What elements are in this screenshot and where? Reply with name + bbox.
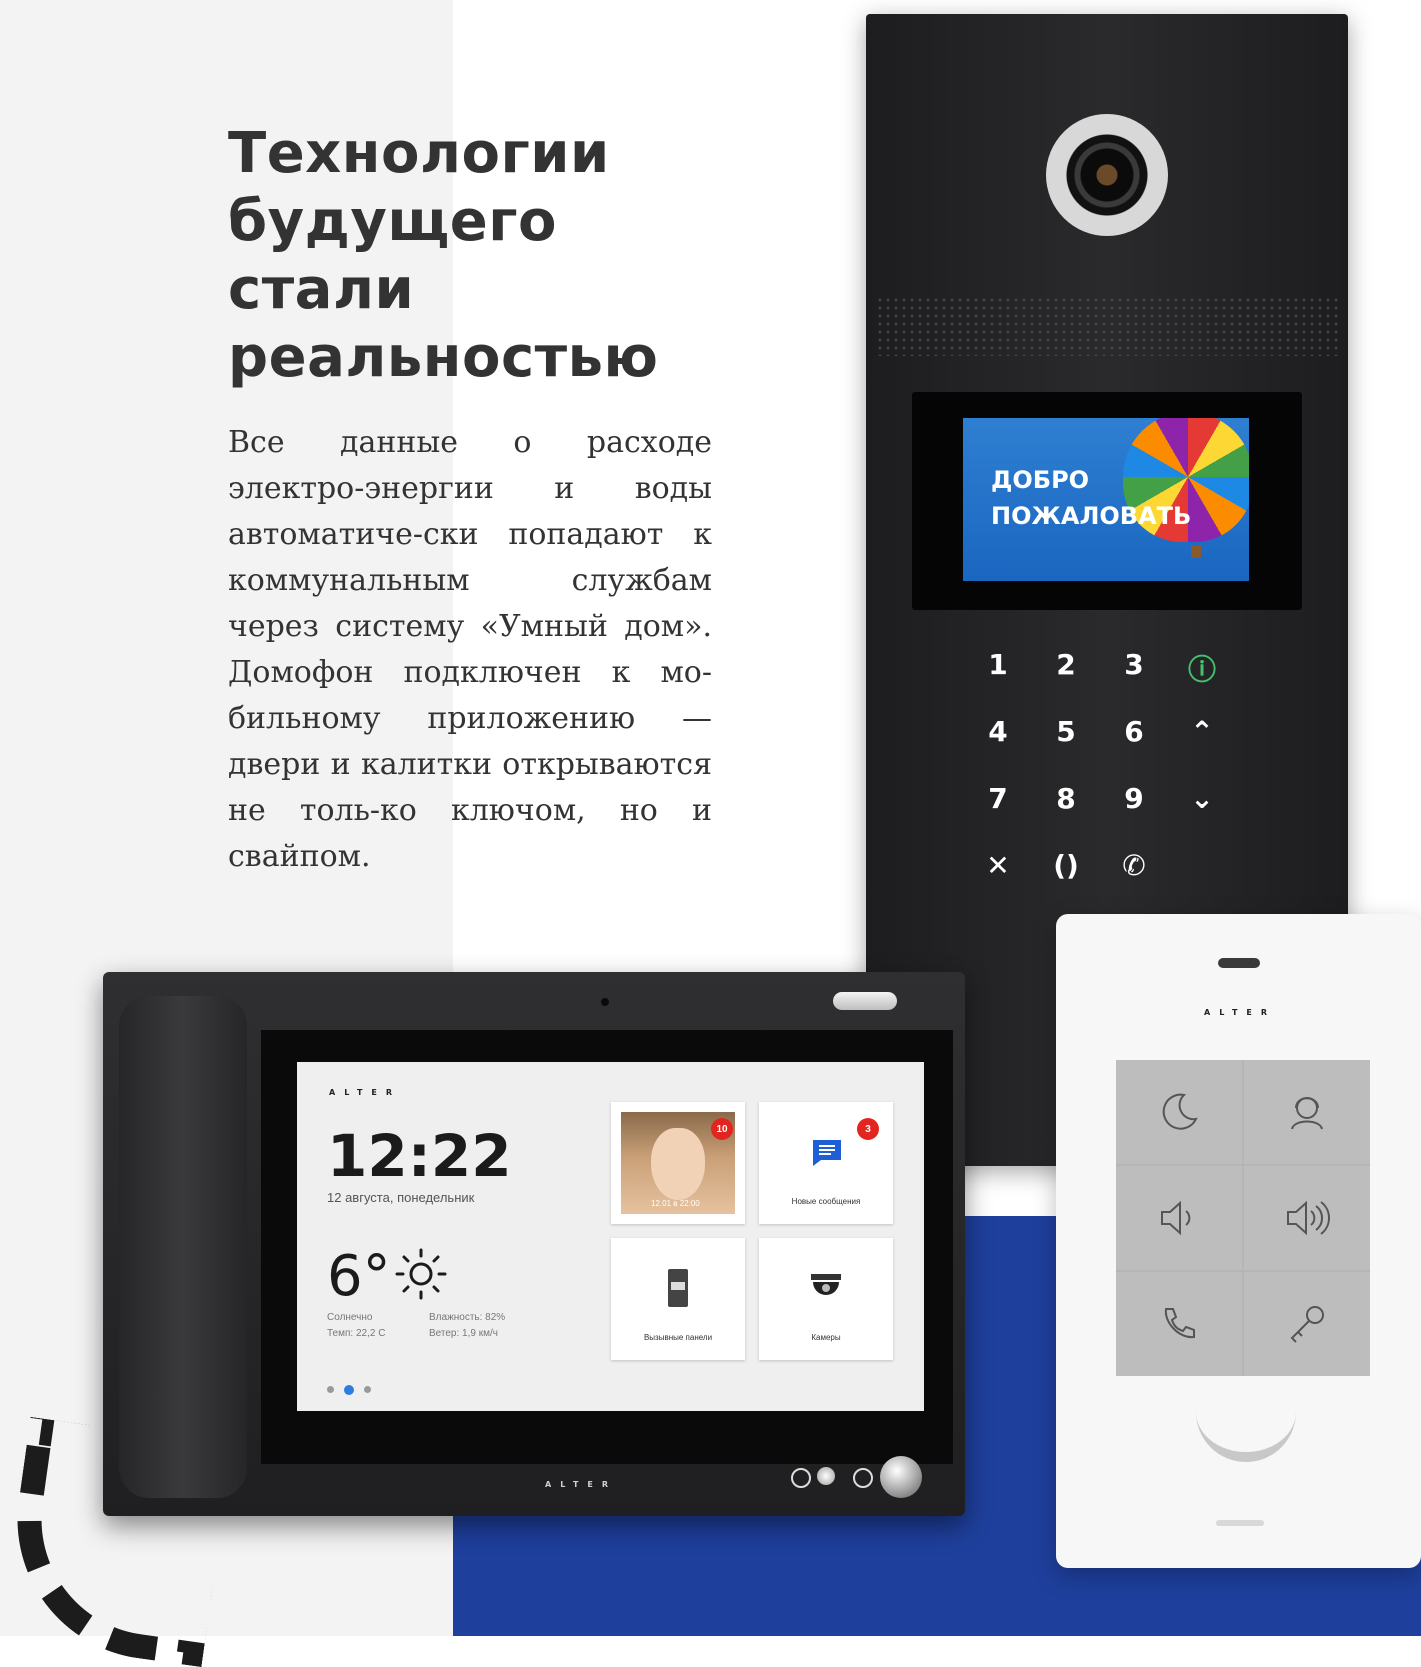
tile-messages[interactable]: 3 Новые сообщения	[759, 1102, 893, 1224]
key-icon[interactable]	[1244, 1272, 1370, 1376]
message-icon	[813, 1140, 841, 1166]
handheld-brand: ALTER	[1204, 1008, 1277, 1017]
handheld-led	[1216, 1520, 1264, 1526]
weather-temp: Темп: 22,2 С	[327, 1328, 386, 1339]
key-icon[interactable]	[853, 1468, 873, 1488]
arrow-down-icon[interactable]: ⌄	[1168, 782, 1236, 849]
key-9[interactable]: 9	[1100, 782, 1168, 849]
key-blank	[1168, 849, 1236, 916]
weather-wind: Ветер: 1,9 км/ч	[429, 1328, 498, 1339]
volume-high-icon[interactable]	[1244, 1166, 1370, 1270]
camera-icon	[1046, 114, 1168, 236]
tile-cameras[interactable]: Камеры	[759, 1238, 893, 1360]
key-5[interactable]: 5	[1032, 715, 1100, 782]
call-icon[interactable]: ✆	[1100, 849, 1168, 916]
key-2[interactable]: 2	[1032, 648, 1100, 715]
cancel-icon[interactable]: ✕	[964, 849, 1032, 916]
operator-icon[interactable]	[1244, 1060, 1370, 1164]
monitor-brand: ALTER	[329, 1088, 402, 1097]
monitor-handset[interactable]	[119, 996, 247, 1498]
call-icon[interactable]	[1116, 1272, 1242, 1376]
key-1[interactable]: 1	[964, 648, 1032, 715]
description-text: Все данные о расходе электро-энергии и в…	[228, 425, 712, 874]
key-8[interactable]: 8	[1032, 782, 1100, 849]
panel-welcome-screen: ДОБРО ПОЖАЛОВАТЬ	[963, 418, 1249, 581]
page-dot-active[interactable]	[344, 1385, 354, 1395]
tile-label: Камеры	[811, 1333, 841, 1342]
key-6[interactable]: 6	[1100, 715, 1168, 782]
eye-icon[interactable]	[791, 1468, 811, 1488]
weather-condition: Солнечно	[327, 1312, 373, 1323]
photo-timestamp: 12.01 в 22:00	[651, 1199, 700, 1208]
tile-badge: 3	[857, 1118, 879, 1140]
welcome-text: ДОБРО ПОЖАЛОВАТЬ	[991, 466, 1192, 530]
tile-label: Вызывные панели	[643, 1333, 713, 1342]
handheld-keypad	[1116, 1060, 1370, 1376]
tile-visitors[interactable]: 12.01 в 22:00 10	[611, 1102, 745, 1224]
weather-humidity: Влажность: 82%	[429, 1312, 506, 1323]
speaker-slot	[1218, 958, 1260, 968]
handheld-intercom: ALTER	[1056, 914, 1421, 1568]
clock-date: 12 августа, понедельник	[327, 1190, 475, 1205]
speaker-grille	[876, 296, 1338, 356]
page-dots	[327, 1385, 371, 1395]
moon-icon[interactable]	[1116, 1060, 1242, 1164]
panel-keypad: 1 2 3 ⓘ 4 5 6 ⌃ 7 8 9 ⌄ ✕ () ✆	[964, 648, 1254, 916]
tile-call-panels[interactable]: Вызывные панели	[611, 1238, 745, 1360]
handheld-call-bar[interactable]	[1196, 1408, 1296, 1462]
tile-label: Новые сообщения	[791, 1197, 861, 1206]
key-3[interactable]: 3	[1100, 648, 1168, 715]
call-panel-icon	[668, 1269, 688, 1307]
info-icon[interactable]: ⓘ	[1168, 648, 1236, 715]
volume-low-icon[interactable]	[1116, 1166, 1242, 1270]
page-dot[interactable]	[327, 1386, 334, 1393]
key-4[interactable]: 4	[964, 715, 1032, 782]
monitor-main-button[interactable]	[880, 1456, 922, 1498]
monitor-camera-icon	[601, 998, 609, 1006]
monitor-led	[833, 992, 897, 1010]
temperature: 6°	[327, 1244, 391, 1309]
monitor-small-button[interactable]	[817, 1467, 835, 1485]
arrow-up-icon[interactable]: ⌃	[1168, 715, 1236, 782]
page-dot[interactable]	[364, 1386, 371, 1393]
indoor-monitor: ALTER 12:22 12 августа, понедельник 6° С…	[103, 972, 965, 1516]
key-7[interactable]: 7	[964, 782, 1032, 849]
monitor-screen: ALTER 12:22 12 августа, понедельник 6° С…	[297, 1062, 924, 1411]
visitor-face	[651, 1128, 705, 1200]
page-title: Технологии будущего стали реальностью	[228, 121, 659, 390]
balloon-basket	[1191, 546, 1201, 558]
key-0[interactable]: ()	[1032, 849, 1100, 916]
tile-badge: 10	[711, 1118, 733, 1140]
monitor-bottom-brand: ALTER	[545, 1480, 618, 1489]
sun-icon	[395, 1248, 447, 1300]
camera-dome-icon	[811, 1274, 841, 1295]
clock-time: 12:22	[327, 1122, 512, 1190]
